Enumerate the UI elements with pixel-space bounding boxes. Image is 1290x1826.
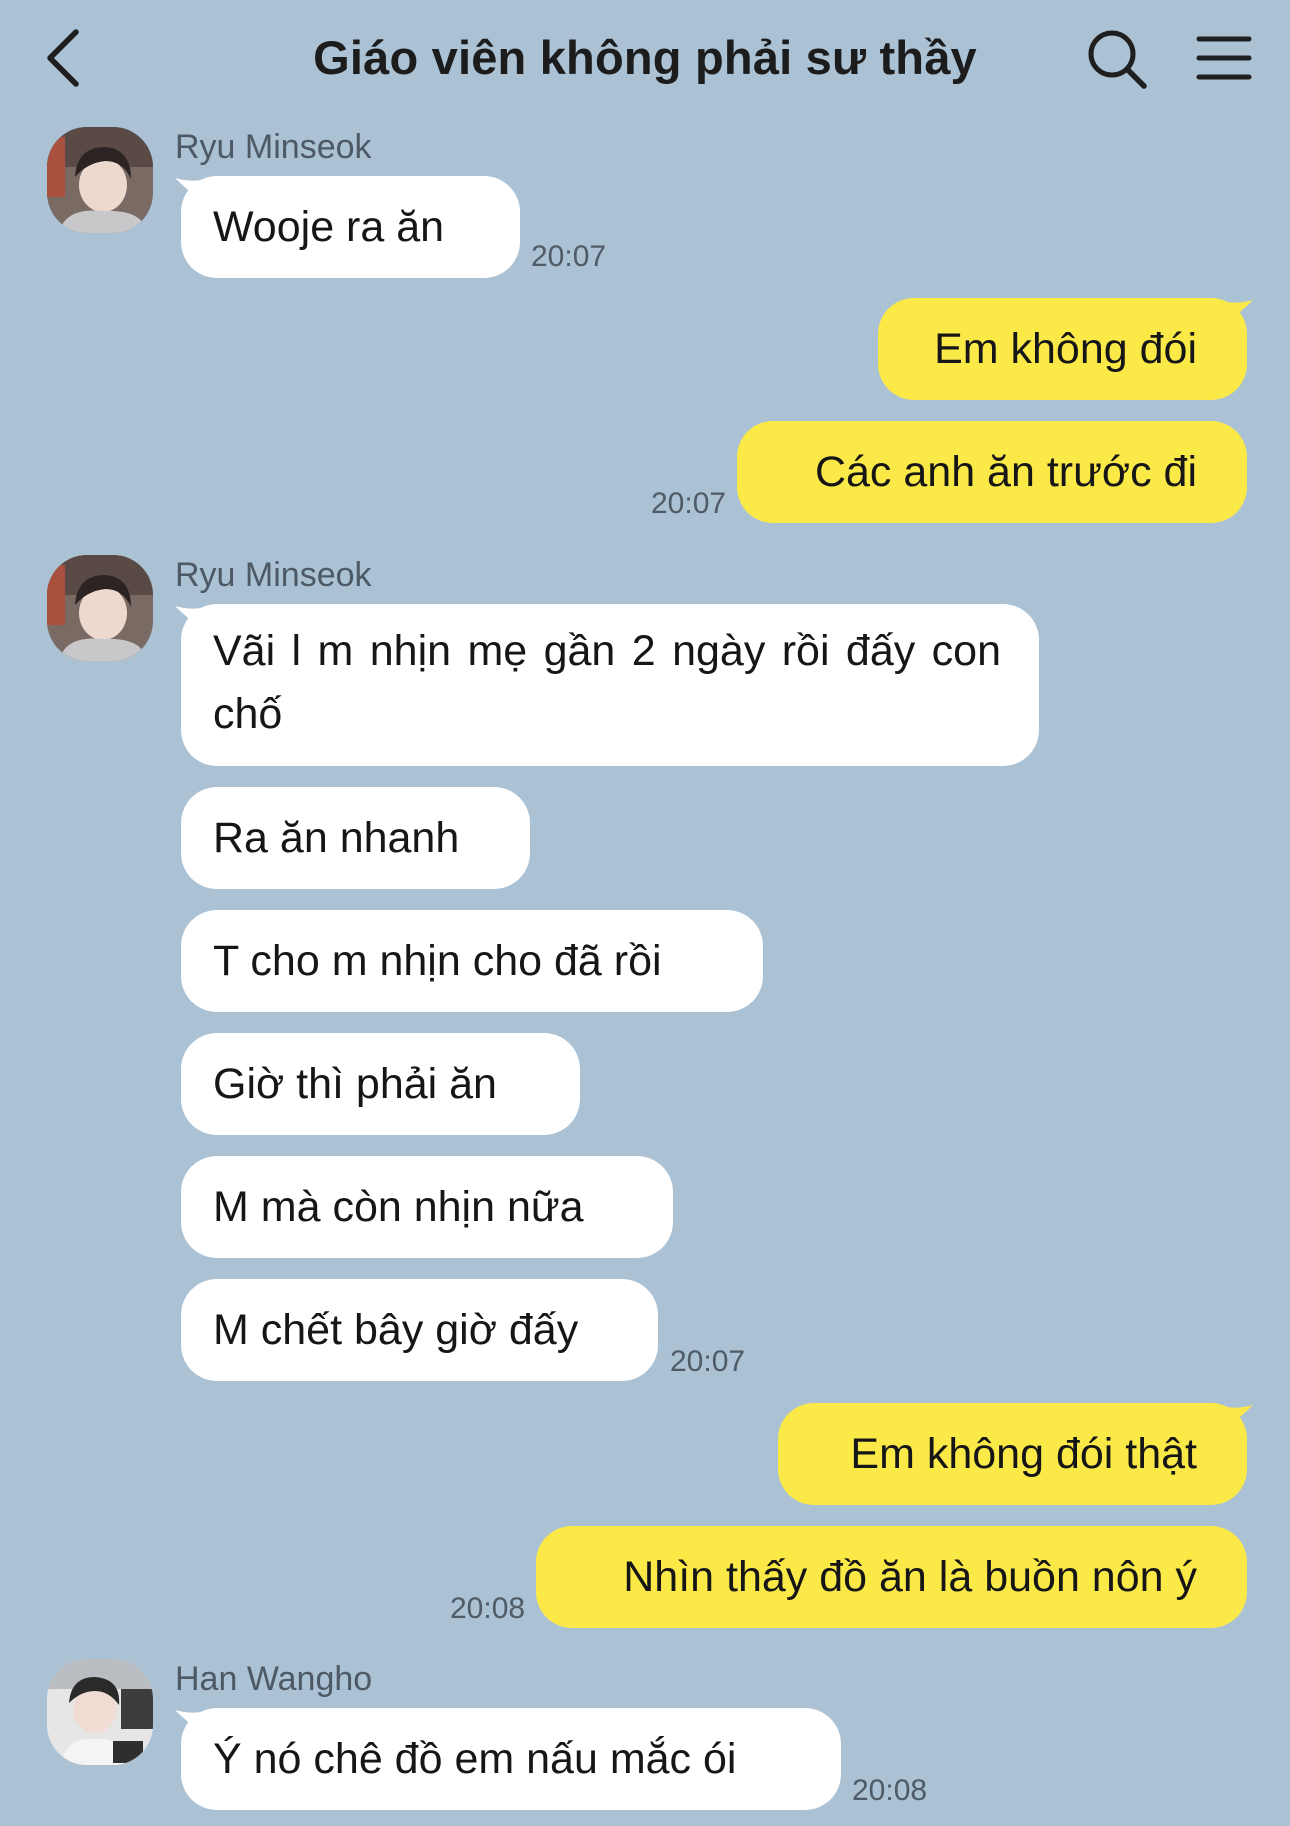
hamburger-menu-icon [1196, 36, 1252, 80]
sender-name: Ryu Minseok [175, 128, 372, 166]
sender-name: Ryu Minseok [175, 556, 372, 594]
message-bubble[interactable]: Wooje ra ăn [181, 176, 520, 278]
profile-photo-icon [47, 555, 153, 661]
avatar[interactable] [47, 555, 153, 661]
menu-button[interactable] [1196, 34, 1252, 82]
avatar[interactable] [47, 127, 153, 233]
message-time: 20:08 [450, 1592, 526, 1625]
message-time: 20:08 [852, 1774, 928, 1807]
profile-photo-icon [47, 127, 153, 233]
message-bubble[interactable]: M chết bây giờ đấy [181, 1279, 658, 1381]
chat-header: Giáo viên không phải sư thầy [0, 0, 1290, 120]
message-bubble[interactable]: M mà còn nhịn nữa [181, 1156, 673, 1258]
sender-name: Han Wangho [175, 1660, 373, 1698]
message-bubble[interactable]: T cho m nhịn cho đã rồi [181, 910, 763, 1012]
search-icon [1088, 30, 1147, 89]
message-bubble[interactable]: Em không đói [878, 298, 1247, 400]
message-bubble[interactable]: Vãi l m nhịn mẹ gần 2 ngày rồi đấy con c… [181, 604, 1039, 766]
message-bubble[interactable]: Các anh ăn trước đi [737, 421, 1247, 523]
message-time: 20:07 [670, 1345, 746, 1378]
profile-photo-icon [47, 1659, 153, 1765]
avatar[interactable] [47, 1659, 153, 1765]
message-bubble[interactable]: Ý nó chê đồ em nấu mắc ói [181, 1708, 841, 1810]
message-bubble[interactable]: Ra ăn nhanh [181, 787, 530, 889]
search-button[interactable] [1086, 28, 1148, 90]
message-bubble[interactable]: Nhìn thấy đồ ăn là buồn nôn ý [536, 1526, 1247, 1628]
message-time: 20:07 [651, 487, 727, 520]
message-bubble[interactable]: Giờ thì phải ăn [181, 1033, 580, 1135]
message-time: 20:07 [531, 240, 607, 273]
message-bubble[interactable]: Em không đói thật [778, 1403, 1247, 1505]
